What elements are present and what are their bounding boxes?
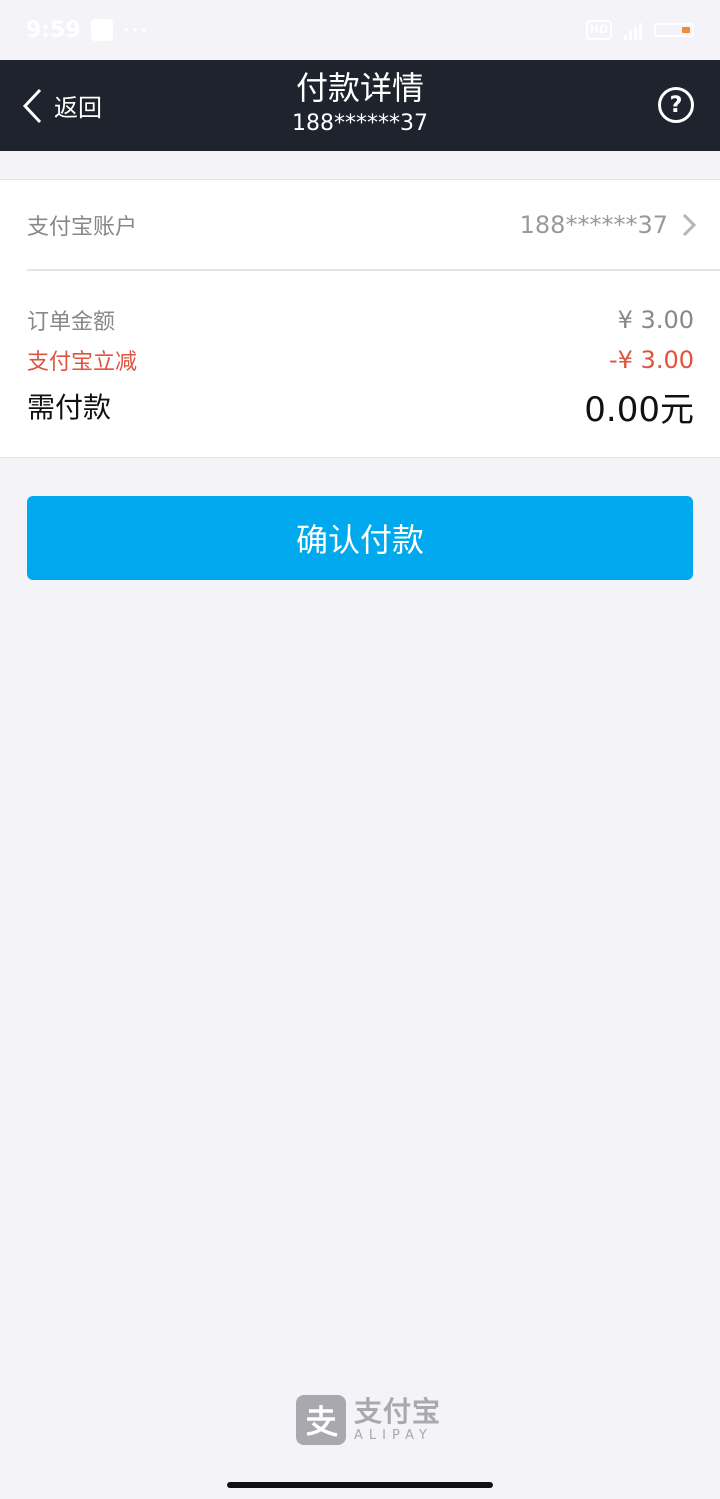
home-indicator[interactable] (227, 1482, 493, 1488)
notification-icon (90, 19, 113, 41)
chevron-right-icon (682, 213, 696, 236)
status-left: 9:59 ··· (26, 18, 149, 43)
alipay-logo-glyph (306, 1405, 338, 1437)
alipay-logo-icon (296, 1395, 346, 1445)
help-circle-icon: ? (669, 92, 683, 118)
status-bar: 9:59 ··· HD (0, 0, 720, 60)
brand-name-en: ALIPAY (354, 1428, 433, 1443)
alipay-brand-text: 支付宝 ALIPAY (354, 1396, 441, 1444)
signal-icon (624, 20, 642, 40)
help-button[interactable]: ? (658, 87, 694, 123)
payment-detail-card: 支付宝账户 188******37 订单金额 ¥ 3.00 支付宝立减 -¥ 3… (0, 179, 720, 458)
order-amount-row: 订单金额 ¥ 3.00 (27, 302, 694, 338)
brand-name-cn: 支付宝 (354, 1395, 442, 1428)
account-row[interactable]: 支付宝账户 188******37 (27, 180, 720, 271)
discount-label: 支付宝立减 (27, 350, 138, 375)
total-value: 0.00元 (584, 389, 694, 430)
page-title: 付款详情 (295, 69, 424, 107)
hd-badge: HD (585, 20, 612, 40)
order-amount-label: 订单金额 (27, 310, 116, 335)
discount-value: -¥ 3.00 (609, 346, 694, 374)
total-label: 需付款 (27, 391, 112, 424)
account-label: 支付宝账户 (27, 214, 138, 240)
status-right: HD (585, 20, 694, 40)
navbar: 返回 付款详情 188******37 ? (0, 60, 720, 151)
discount-row: 支付宝立减 -¥ 3.00 (27, 342, 694, 378)
confirm-payment-button[interactable]: 确认付款 (27, 496, 693, 580)
nav-title-block: 付款详情 188******37 (0, 66, 720, 138)
alipay-brand: 支付宝 ALIPAY (296, 1394, 441, 1446)
order-amount-value: ¥ 3.00 (617, 306, 694, 334)
battery-icon (654, 23, 694, 37)
status-time: 9:59 (26, 17, 81, 43)
page-subtitle: 188******37 (292, 111, 428, 136)
total-row: 需付款 0.00元 (27, 384, 694, 430)
account-value: 188******37 (519, 210, 668, 239)
status-dots: ··· (122, 19, 150, 41)
